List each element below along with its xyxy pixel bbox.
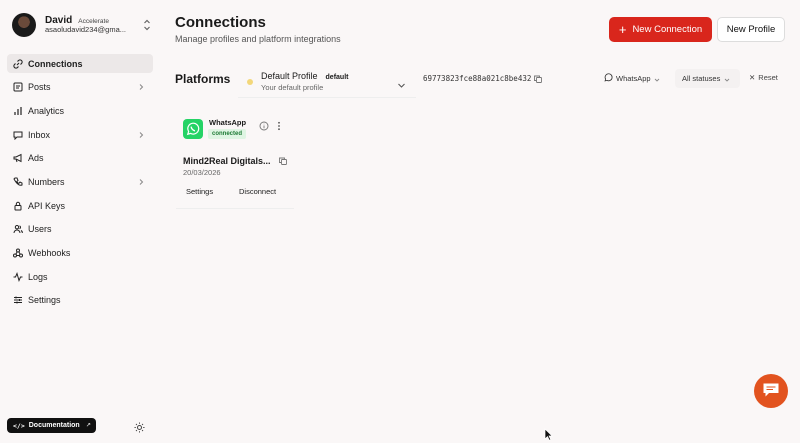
chat-bubble-icon xyxy=(762,382,780,401)
link-icon xyxy=(13,58,23,69)
sidebar-item-analytics[interactable]: Analytics xyxy=(7,101,153,120)
info-icon[interactable] xyxy=(259,118,269,131)
card-disconnect-button[interactable]: Disconnect xyxy=(239,184,276,199)
sidebar-item-label: Analytics xyxy=(28,105,65,116)
profile-id: 69773823fce88a021c8be432 xyxy=(423,74,543,83)
chevron-right-icon xyxy=(137,83,145,91)
sidebar-item-label: Posts xyxy=(28,82,51,93)
sidebar: David Accelerate asaoludavid234@gma... C… xyxy=(0,0,160,443)
card-platform-name: WhatsApp xyxy=(209,118,247,127)
copy-icon[interactable] xyxy=(278,157,287,165)
users-icon xyxy=(13,224,23,234)
status-badge: connected xyxy=(208,129,247,139)
profile-selector[interactable]: Default Profile default Your default pro… xyxy=(238,66,416,98)
megaphone-icon xyxy=(13,153,23,163)
chevron-up-down-icon[interactable] xyxy=(142,18,152,32)
page-subtitle: Manage profiles and platform integration… xyxy=(175,34,341,44)
card-account: Mind2Real Digitals... xyxy=(183,156,287,166)
account-name: David xyxy=(45,14,73,26)
plus-icon: + xyxy=(618,22,627,37)
platforms-title: Platforms xyxy=(175,72,231,86)
platform-filter-value: WhatsApp xyxy=(616,74,651,83)
sidebar-item-logs[interactable]: Logs xyxy=(7,267,153,286)
sidebar-item-label: Ads xyxy=(28,153,44,164)
sidebar-item-label: Webhooks xyxy=(28,248,71,258)
copy-icon[interactable] xyxy=(534,75,543,83)
chevron-down-icon xyxy=(397,77,406,88)
documentation-label: Documentation xyxy=(28,422,80,429)
sidebar-item-label: Settings xyxy=(28,295,61,306)
sidebar-nav: Connections Posts Analytics Inbox Ads Nu… xyxy=(7,54,153,315)
connection-card: WhatsApp connected Mind2Real Digitals...… xyxy=(176,108,294,209)
sidebar-item-ads[interactable]: Ads xyxy=(7,149,153,168)
chevron-down-icon xyxy=(724,76,730,82)
chevron-down-icon xyxy=(654,76,660,82)
profile-color-dot xyxy=(247,78,253,85)
account-email: asaoludavid234@gma... xyxy=(45,26,126,35)
sidebar-item-label: Logs xyxy=(28,271,48,282)
message-icon xyxy=(13,130,23,140)
sidebar-item-numbers[interactable]: Numbers xyxy=(7,172,153,191)
sidebar-item-settings[interactable]: Settings xyxy=(7,291,153,310)
phone-icon xyxy=(13,177,23,187)
sidebar-item-label: Inbox xyxy=(28,129,51,140)
new-profile-button[interactable]: New Profile xyxy=(717,17,785,42)
profile-description: Your default profile xyxy=(261,82,324,92)
sidebar-item-users[interactable]: Users xyxy=(7,220,153,239)
avatar xyxy=(12,13,36,37)
sidebar-item-connections[interactable]: Connections xyxy=(7,54,153,73)
reset-filters-button[interactable]: ✕ Reset xyxy=(749,73,778,82)
chevron-right-icon xyxy=(137,178,145,186)
platform-filter[interactable]: WhatsApp xyxy=(598,69,668,88)
bar-chart-icon xyxy=(13,106,23,116)
activity-icon xyxy=(13,271,23,282)
code-icon: </> xyxy=(13,421,25,430)
sidebar-item-label: Users xyxy=(28,224,52,235)
sun-icon[interactable] xyxy=(134,420,145,433)
new-connection-button[interactable]: + New Connection xyxy=(609,17,712,42)
card-date: 20/03/2026 xyxy=(183,168,221,177)
sidebar-item-label: Numbers xyxy=(28,176,65,187)
whatsapp-icon xyxy=(604,73,613,84)
chat-support-button[interactable] xyxy=(754,374,788,408)
post-icon xyxy=(13,82,23,92)
documentation-button[interactable]: </> Documentation ↗ xyxy=(7,418,96,433)
sidebar-item-label: Connections xyxy=(28,58,83,69)
sidebar-item-label: API Keys xyxy=(28,200,66,211)
sidebar-item-webhooks[interactable]: Webhooks xyxy=(7,244,153,263)
sidebar-item-inbox[interactable]: Inbox xyxy=(7,125,153,144)
mouse-cursor-icon xyxy=(544,428,554,441)
lock-icon xyxy=(13,201,23,211)
webhook-icon xyxy=(13,248,23,258)
card-account-name: Mind2Real Digitals... xyxy=(183,156,271,166)
profile-name: Default Profile xyxy=(261,70,318,81)
chevron-right-icon xyxy=(137,131,145,139)
status-filter[interactable]: All statuses xyxy=(675,69,740,88)
page-title: Connections xyxy=(175,14,266,31)
close-icon: ✕ xyxy=(749,73,756,82)
sliders-icon xyxy=(13,295,23,305)
profile-id-text: 69773823fce88a021c8be432 xyxy=(423,74,532,83)
profile-default-tag: default xyxy=(325,73,349,81)
account-switcher[interactable]: David Accelerate asaoludavid234@gma... xyxy=(12,10,152,40)
card-settings-button[interactable]: Settings xyxy=(186,184,213,199)
external-link-icon: ↗ xyxy=(85,423,91,429)
sidebar-item-api-keys[interactable]: API Keys xyxy=(7,196,153,215)
whatsapp-logo-icon xyxy=(183,119,203,139)
more-vertical-icon[interactable] xyxy=(275,118,283,131)
sidebar-item-posts[interactable]: Posts xyxy=(7,78,153,97)
status-filter-value: All statuses xyxy=(682,74,721,83)
account-plan: Accelerate xyxy=(78,17,109,25)
